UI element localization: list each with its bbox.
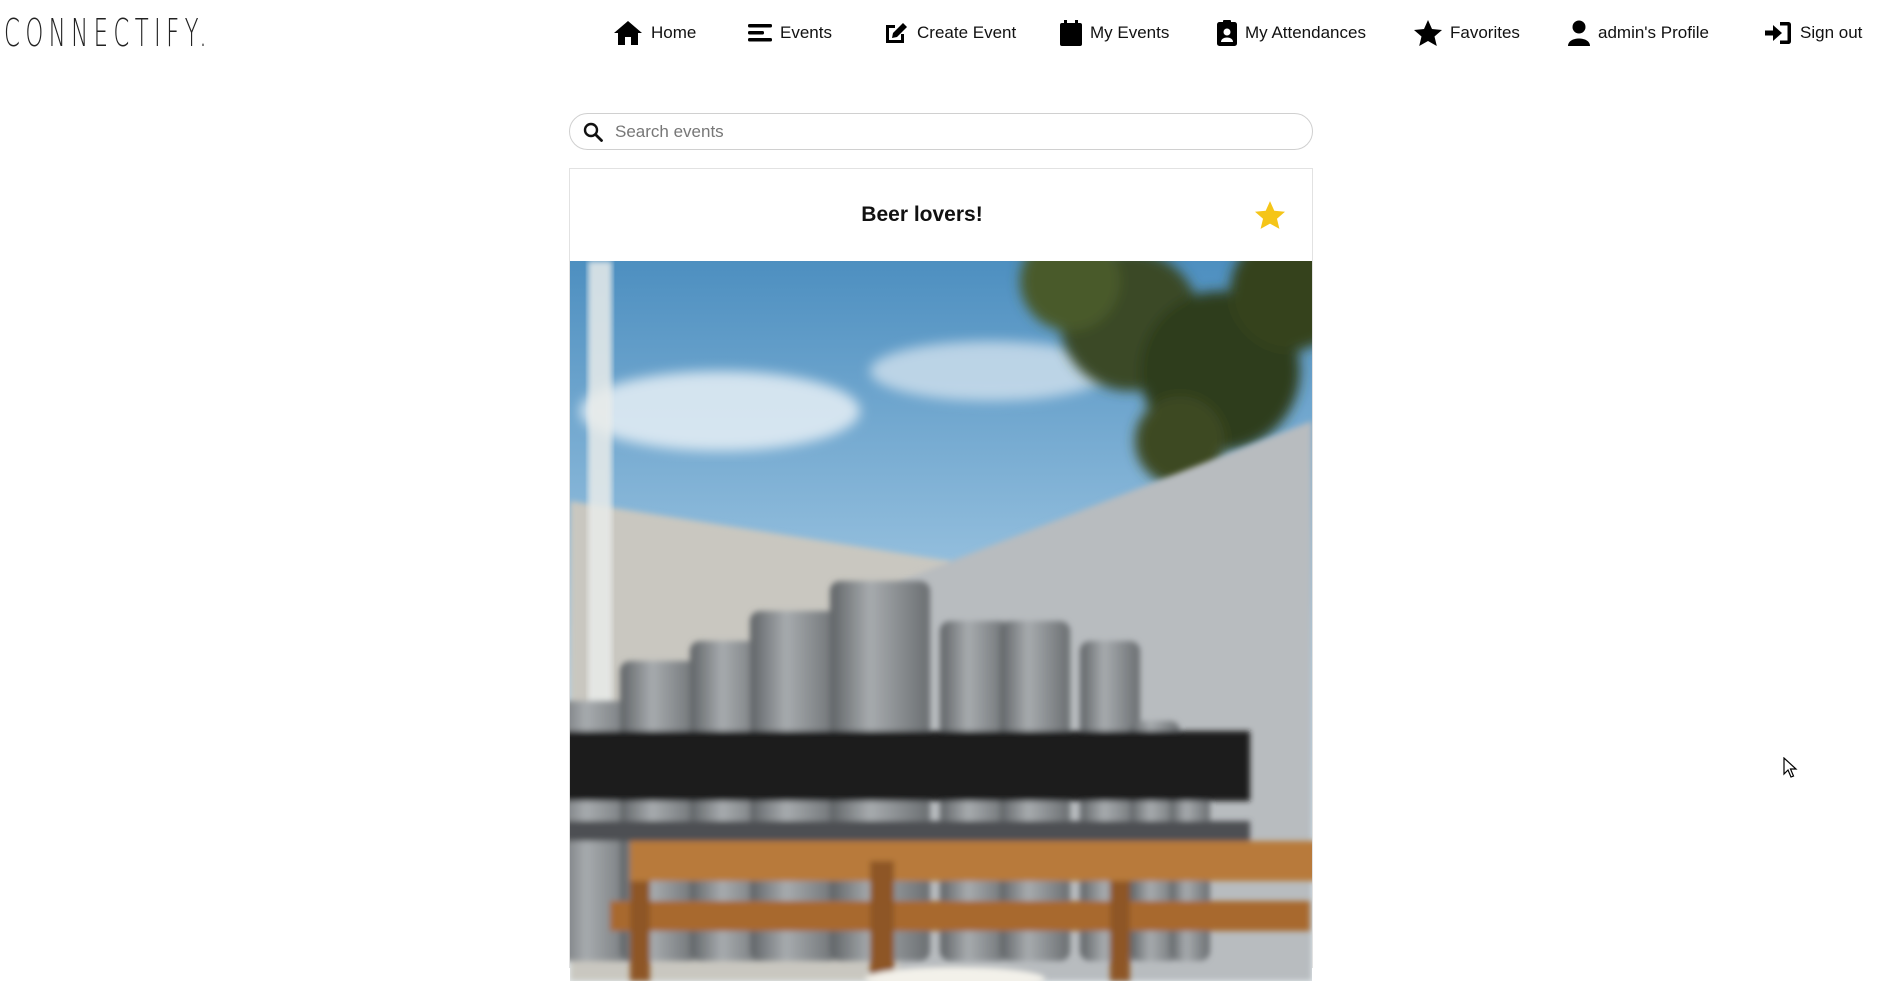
event-card[interactable]: Beer lovers!: [569, 168, 1313, 981]
event-title[interactable]: Beer lovers!: [570, 203, 1274, 227]
nav-favorites[interactable]: Favorites: [1414, 18, 1520, 48]
sign-in-icon: [1765, 22, 1791, 44]
nav-home-label: Home: [651, 23, 697, 42]
nav-sign-out-label: Sign out: [1800, 23, 1863, 42]
home-icon: [614, 21, 642, 45]
search-bar: [569, 113, 1313, 150]
nav-profile[interactable]: admin's Profile: [1568, 18, 1709, 48]
nav-create-event-label: Create Event: [917, 23, 1017, 42]
nav-my-attendances-label: My Attendances: [1245, 23, 1366, 42]
calendar-icon: [1060, 20, 1082, 46]
nav-home[interactable]: Home: [613, 18, 696, 48]
list-icon: [748, 24, 772, 42]
nav-my-events[interactable]: My Events: [1060, 18, 1169, 48]
nav-events[interactable]: Events: [748, 18, 832, 48]
event-photo: [570, 261, 1312, 981]
event-image[interactable]: [570, 261, 1312, 981]
navbar: CONNECTIFY. Home Events Create Event My …: [0, 0, 1877, 66]
user-icon: [1568, 20, 1590, 46]
nav-my-events-label: My Events: [1090, 23, 1170, 42]
badge-icon: [1217, 20, 1237, 46]
nav-sign-out[interactable]: Sign out: [1764, 18, 1862, 48]
star-icon: [1414, 20, 1442, 46]
nav-my-attendances[interactable]: My Attendances: [1217, 18, 1366, 48]
mouse-cursor: [1783, 757, 1798, 778]
event-card-header: Beer lovers!: [570, 169, 1312, 261]
nav-favorites-label: Favorites: [1450, 23, 1520, 42]
nav-create-event[interactable]: Create Event: [883, 18, 1016, 48]
star-icon[interactable]: [1255, 201, 1285, 229]
nav-events-label: Events: [780, 23, 832, 42]
search-input[interactable]: [613, 120, 1277, 143]
edit-icon: [886, 23, 907, 43]
nav-links: Home Events Create Event My Events My At…: [0, 0, 1877, 66]
nav-profile-label: admin's Profile: [1598, 23, 1709, 42]
search-icon: [583, 122, 603, 142]
